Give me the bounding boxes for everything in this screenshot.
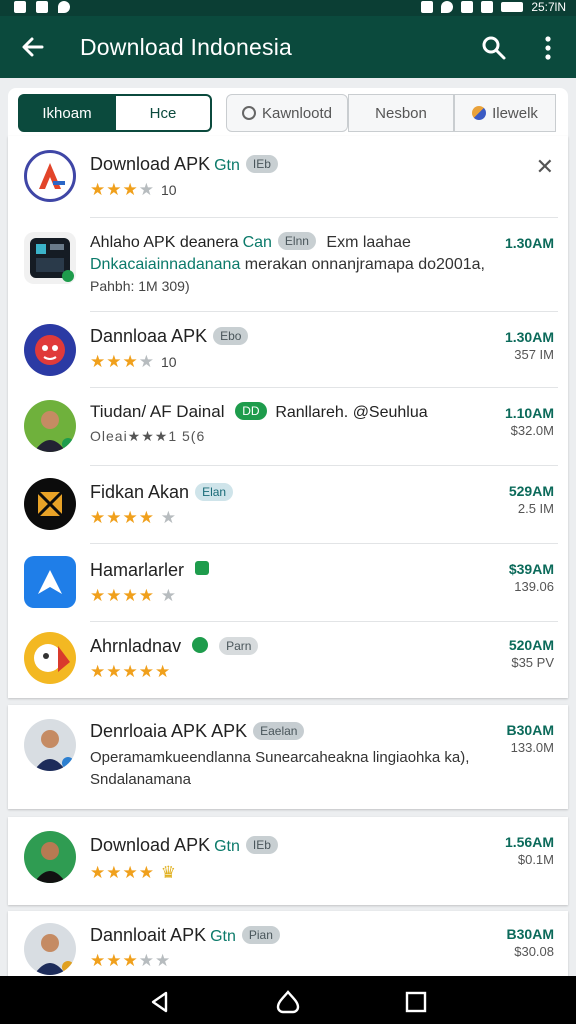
app-logo-icon xyxy=(24,150,76,202)
category-chip: IEb xyxy=(245,155,278,173)
app-logo-icon xyxy=(24,478,76,530)
app-size: 520AM $35 PV xyxy=(508,637,554,670)
app-avatar xyxy=(24,923,76,975)
list-item[interactable]: Denrloaia APK APK Eaelan Operamamkueendla… xyxy=(8,705,568,809)
list-item[interactable]: Hamarlarler ★★★★ ★ $39AM 139.06 xyxy=(8,544,568,622)
app-logo-icon xyxy=(24,632,76,684)
app-size: 529AM 2.5 IM xyxy=(508,483,554,516)
tab-kawnlootd[interactable]: Kawnlootd xyxy=(226,94,348,132)
rating-stars: ★★★★ ★ xyxy=(90,508,177,527)
image-icon xyxy=(36,1,48,13)
app-size: B30AM 133.0M xyxy=(506,722,554,755)
nav-home-icon[interactable] xyxy=(276,990,300,1014)
app-title: Hamarlarler xyxy=(90,560,210,581)
app-title: Tiudan/ AF Dainal DD Ranllareh. @Seuhlua xyxy=(90,402,428,421)
list-item[interactable]: Tiudan/ AF Dainal DD Ranllareh. @Seuhlua… xyxy=(8,388,568,466)
nfc-icon xyxy=(421,1,434,13)
app-logo-icon xyxy=(24,232,76,284)
app-size: 1.56AM $0.1M xyxy=(504,834,554,867)
app-avatar xyxy=(24,400,76,452)
app-size: 1.30AM 357 IM xyxy=(504,329,554,362)
verified-badge: DD xyxy=(235,402,267,420)
app-size: B30AM $30.08 xyxy=(506,926,554,959)
rating-stars: ★★★★★ xyxy=(90,951,172,970)
list-item[interactable]: Download APK Gtn IEb ★★★★ 10 ✕ xyxy=(8,136,568,218)
app-list-card: Download APK Gtn IEb ★★★★ 10 ✕ Ahlaho APK d… xyxy=(8,136,568,698)
app-logo-icon xyxy=(24,324,76,376)
rating-stars: ★★★★ ♛ xyxy=(90,863,177,882)
tab-ikhoam[interactable]: Ikhoam xyxy=(18,94,116,132)
app-title: Fidkan Akan Elan xyxy=(90,482,234,503)
category-chip: Eaelan xyxy=(253,722,305,740)
rating-text: Oleai★★★1 5(6 xyxy=(90,428,206,444)
nav-back-icon[interactable] xyxy=(148,990,172,1014)
more-vert-icon[interactable] xyxy=(538,34,558,62)
signal-icon xyxy=(481,1,494,13)
close-icon[interactable]: ✕ xyxy=(536,154,554,180)
app-description-2: Sndalanamana xyxy=(90,771,191,788)
battery-icon xyxy=(501,2,524,12)
list-item[interactable]: Ahlaho APK deanera Can Elnn Exm laahae Dnk… xyxy=(8,218,568,312)
app-title: Dannloaa APK Ebo xyxy=(90,326,249,347)
category-chip: Parn xyxy=(219,637,259,655)
globe-icon xyxy=(472,106,487,120)
app-size: 1.10AM $32.0M xyxy=(504,405,554,438)
app-description: Operamamkueendlanna Sunearcaheakna lingi… xyxy=(90,749,470,766)
tab-hce[interactable]: Hce xyxy=(116,94,212,132)
notification-icon xyxy=(14,1,26,13)
tab-nesbon[interactable]: Nesbon xyxy=(348,94,454,132)
arrow-left-icon[interactable] xyxy=(18,30,48,64)
list-item[interactable]: Download APK Gtn IEb ★★★★ ♛ 1.56AM $0.1M xyxy=(8,817,568,905)
sync-icon xyxy=(441,1,454,13)
lock-icon xyxy=(195,561,210,575)
rating-stars: ★★★★ 10 xyxy=(90,180,177,199)
app-description: Dnkacaiainnadanana merakan onnanjramapa … xyxy=(90,256,485,273)
status-time: 25:7lN xyxy=(531,0,566,14)
rating-stars: ★★★★ ★ xyxy=(90,586,177,605)
verified-icon xyxy=(192,637,209,653)
app-logo-icon xyxy=(24,556,76,608)
app-size: $39AM 139.06 xyxy=(508,561,554,594)
search-icon[interactable] xyxy=(480,34,508,62)
page-title: Download Indonesia xyxy=(80,34,293,60)
app-title: Dannloait APK Gtn Pian xyxy=(90,925,280,946)
app-meta: Pahbh: 1M 309) xyxy=(90,278,190,294)
app-bar: Download Indonesia xyxy=(0,16,576,78)
smiley-icon xyxy=(241,106,256,120)
category-chip: IEb xyxy=(245,836,278,854)
app-title: Ahrnladnav Parn xyxy=(90,636,259,657)
list-item[interactable]: Dannloaa APK Ebo ★★★★ 10 1.30AM 357 IM xyxy=(8,312,568,388)
shield-icon xyxy=(58,1,70,13)
category-chip: Elan xyxy=(195,483,234,501)
category-chip: Elnn xyxy=(277,232,316,250)
app-avatar xyxy=(24,719,76,771)
filter-tabs-bar: Ikhoam Hce Kawnlootd Nesbon Ilewelk xyxy=(8,88,568,136)
system-nav-bar xyxy=(0,976,576,1024)
nav-recents-icon[interactable] xyxy=(404,990,428,1014)
category-chip: Ebo xyxy=(213,327,249,345)
rating-stars: ★★★★ 10 xyxy=(90,352,177,371)
list-item[interactable]: Fidkan Akan Elan ★★★★ ★ 529AM 2.5 IM xyxy=(8,466,568,544)
list-item[interactable]: Dannloait APK Gtn Pian ★★★★★ B30AM $30.08 xyxy=(8,911,568,977)
app-avatar xyxy=(24,831,76,883)
list-item[interactable]: Ahrnladnav Parn ★★★★★ 520AM $35 PV xyxy=(8,622,568,698)
category-chip: Pian xyxy=(241,926,280,944)
wifi-icon xyxy=(461,1,474,13)
app-title: Download APK Gtn IEb xyxy=(90,154,278,175)
app-size: 1.30AM xyxy=(504,235,554,251)
status-bar: 25:7lN xyxy=(0,0,576,16)
tab-ilewelk[interactable]: Ilewelk xyxy=(454,94,556,132)
app-title: Denrloaia APK APK Eaelan xyxy=(90,721,305,742)
rating-stars: ★★★★★ xyxy=(90,662,172,681)
app-title: Ahlaho APK deanera Can Elnn Exm laahae xyxy=(90,232,411,251)
app-title: Download APK Gtn IEb xyxy=(90,835,278,856)
